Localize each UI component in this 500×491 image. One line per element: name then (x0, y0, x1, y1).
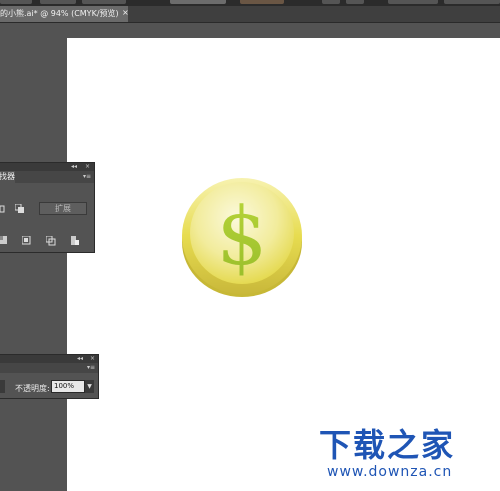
pathfinder-panel: ◂◂ × 径查找器 ▾≡ 扩展 (0, 162, 95, 253)
toolbar-control[interactable] (346, 0, 364, 4)
collapse-panel-icon[interactable]: ◂◂ (77, 356, 83, 362)
coin-artwork[interactable]: $ (180, 176, 304, 300)
document-tab-title: 的小熊.ai* @ 94% (CMYK/预览) (0, 9, 119, 18)
divide-icon[interactable] (0, 236, 8, 245)
coin-symbol: $ (217, 190, 268, 283)
crop-icon[interactable] (71, 236, 80, 246)
document-tab-bar: 的小熊.ai* @ 94% (CMYK/预览) × (0, 6, 500, 23)
panel-header: ◂◂ × (0, 163, 94, 171)
toolbar-control[interactable] (240, 0, 284, 4)
tab-pathfinder[interactable]: 径查找器 (0, 171, 15, 183)
transparency-panel: ◂◂ × ▾≡ 不透明度: 100% ▼ (0, 354, 99, 399)
opacity-dropdown-arrow-icon[interactable]: ▼ (85, 380, 94, 393)
watermark-url: www.downza.cn (327, 464, 453, 480)
panel-header: ◂◂ × (0, 355, 98, 363)
trim-icon[interactable] (22, 236, 31, 245)
toolbar-control[interactable] (82, 0, 126, 4)
merge-icon[interactable] (46, 236, 56, 246)
minus-front-icon[interactable] (15, 204, 25, 214)
panel-menu-icon[interactable]: ▾≡ (83, 174, 91, 180)
toolbar-control[interactable] (170, 0, 226, 4)
close-panel-icon[interactable]: × (90, 356, 95, 362)
blend-mode-select[interactable] (0, 380, 5, 393)
opacity-field[interactable]: 100% (51, 380, 85, 393)
opacity-label: 不透明度: (15, 384, 50, 393)
close-panel-icon[interactable]: × (85, 164, 90, 170)
expand-button[interactable]: 扩展 (39, 202, 87, 215)
tab-pathfinder-label: 径查找器 (0, 172, 15, 181)
close-tab-icon[interactable]: × (122, 8, 129, 17)
shape-mode-icon[interactable] (0, 205, 6, 213)
toolbar-control[interactable] (40, 0, 76, 4)
panel-menu-icon[interactable]: ▾≡ (87, 365, 95, 371)
toolbar-control[interactable] (388, 0, 438, 4)
document-tab[interactable]: 的小熊.ai* @ 94% (CMYK/预览) × (0, 6, 129, 22)
toolbar-control[interactable] (322, 0, 340, 4)
watermark-name: 下载之家 (319, 426, 456, 464)
panel-tab-bar: ▾≡ (0, 363, 98, 373)
panel-tab-bar: 径查找器 ▾≡ (0, 171, 94, 183)
toolbar-control[interactable] (444, 0, 500, 4)
canvas-pasteboard (0, 23, 500, 38)
collapse-panel-icon[interactable]: ◂◂ (71, 164, 77, 170)
toolbar-control[interactable] (0, 0, 32, 4)
